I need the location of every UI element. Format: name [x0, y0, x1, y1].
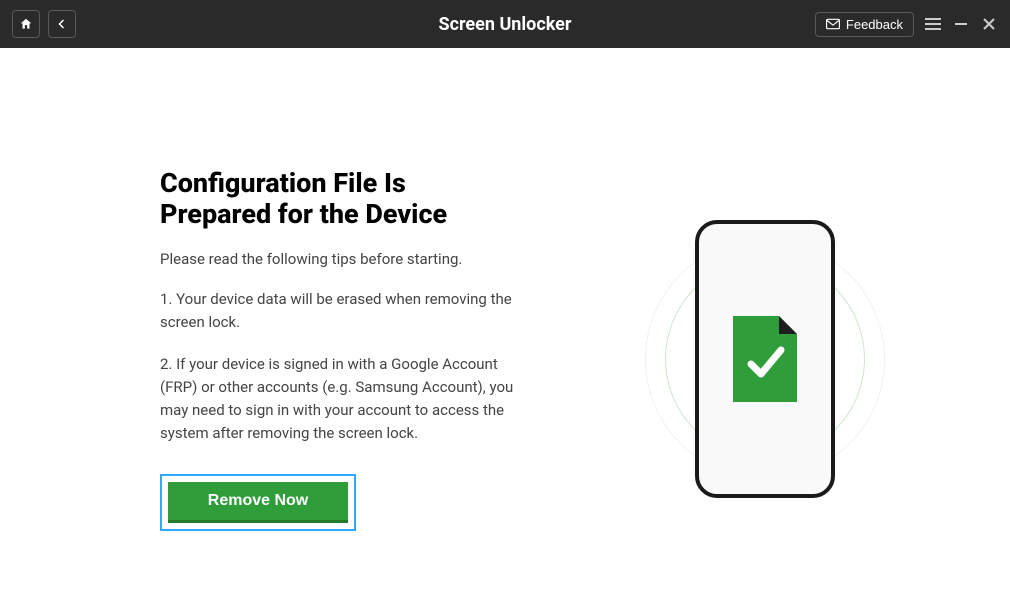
cta-highlight-frame: Remove Now — [160, 474, 356, 531]
page-heading: Configuration File Is Prepared for the D… — [160, 168, 520, 230]
header-right-controls: Feedback — [815, 12, 998, 37]
phone-illustration — [580, 188, 950, 531]
feedback-button[interactable]: Feedback — [815, 12, 914, 37]
app-header: Screen Unlocker Feedback — [0, 0, 1010, 48]
mail-icon — [826, 18, 840, 30]
home-icon — [19, 17, 33, 31]
home-button[interactable] — [12, 10, 40, 38]
text-content: Configuration File Is Prepared for the D… — [160, 168, 520, 531]
minimize-button[interactable] — [952, 15, 970, 33]
hamburger-icon — [925, 17, 941, 31]
main-content: Configuration File Is Prepared for the D… — [0, 48, 1010, 571]
remove-now-button[interactable]: Remove Now — [168, 482, 348, 523]
header-left-controls — [12, 10, 76, 38]
close-button[interactable] — [980, 15, 998, 33]
feedback-label: Feedback — [846, 17, 903, 32]
menu-button[interactable] — [924, 15, 942, 33]
back-button[interactable] — [48, 10, 76, 38]
phone-frame — [695, 220, 835, 498]
tip-2: 2. If your device is signed in with a Go… — [160, 353, 520, 446]
chevron-left-icon — [56, 18, 68, 30]
document-check-icon — [733, 316, 797, 402]
tip-1: 1. Your device data will be erased when … — [160, 288, 520, 335]
app-title: Screen Unlocker — [439, 14, 572, 35]
minimize-icon — [954, 17, 968, 31]
close-icon — [982, 17, 996, 31]
subtitle-text: Please read the following tips before st… — [160, 250, 520, 268]
